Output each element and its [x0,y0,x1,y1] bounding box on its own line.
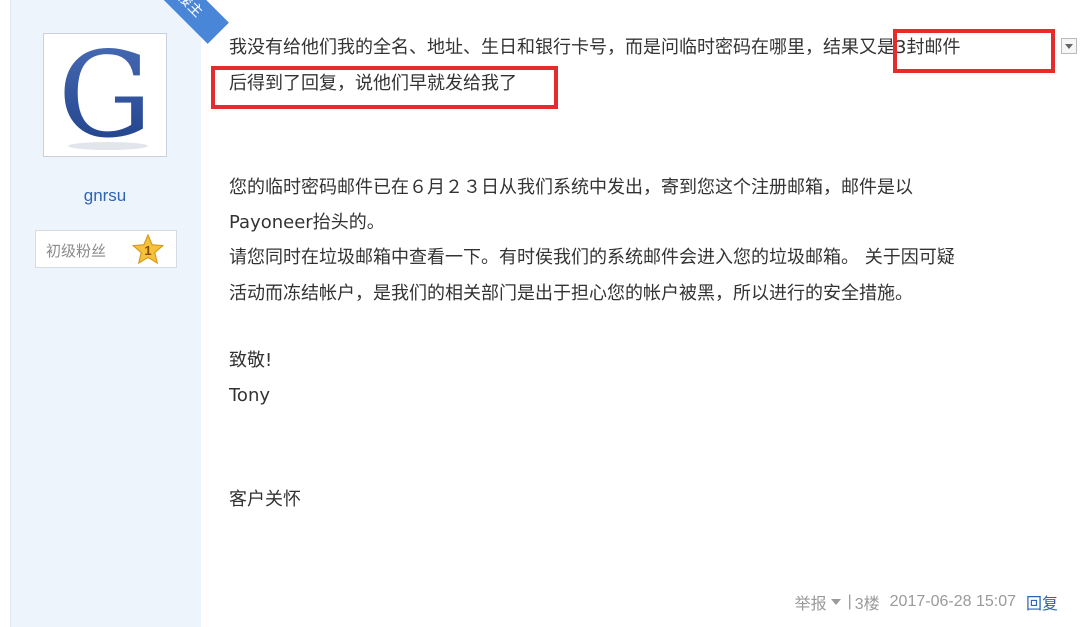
footer-separator: | [847,593,852,610]
post-footer: 举报 | 3楼 2017-06-28 15:07 回复 [795,590,1058,614]
department-signature: 客户关怀 [229,489,301,510]
google-g-logo-icon: G [58,34,152,156]
quote-paragraph-2-line-2: 活动而冻结帐户，是我们的相关部门是出于担心您的帐户被黑，所以进行的安全措施。 [229,283,913,304]
rank-label: 初级粉丝 [46,242,107,260]
forum-post: 楼主 G gnrsu 初级粉丝 1 我没有给他们我的全名、地址、生日和银行卡号，… [0,0,1080,627]
report-button[interactable]: 举报 [795,596,827,613]
avatar[interactable]: G [43,33,167,157]
rank-level: 1 [144,243,151,258]
body-line-2: 后得到了回复，说他们早就发给我了 [229,71,517,97]
post-timestamp: 2017-06-28 15:07 [889,593,1016,610]
quote-paragraph-2-line-1: 请您同时在垃圾邮箱中查看一下。有时侯我们的系统邮件会进入您的垃圾邮箱。 关于因可… [229,247,955,268]
quote-paragraph-1-line-1: 您的临时密码邮件已在６月２３日从我们系统中发出，寄到您这个注册邮箱，邮件是以 [229,177,913,198]
user-rank-badge: 初级粉丝 1 [35,230,177,268]
body-line-1: 我没有给他们我的全名、地址、生日和银行卡号，而是问临时密码在哪里，结果又是3封邮… [229,35,960,61]
highlighted-text: 结果又是3封邮件 [823,37,961,58]
body-text: 我没有给他们我的全名、地址、生日和银行卡号，而是问临时密码在哪里， [229,37,823,58]
chevron-down-icon[interactable] [830,599,841,605]
floor-number: 3楼 [854,596,880,613]
quote-paragraph-1-line-2: Payoneer抬头的。 [229,212,385,233]
star-level-icon: 1 [132,234,164,264]
post-options-dropdown[interactable] [1061,38,1077,54]
avatar-letter: G [58,34,152,156]
author-username[interactable]: gnrsu [10,186,200,206]
highlighted-text: 后得到了回复，说他们早就发给我了 [229,73,517,94]
reply-button[interactable]: 回复 [1026,596,1058,613]
signature: Tony [229,385,271,406]
greeting: 致敬! [229,350,273,371]
